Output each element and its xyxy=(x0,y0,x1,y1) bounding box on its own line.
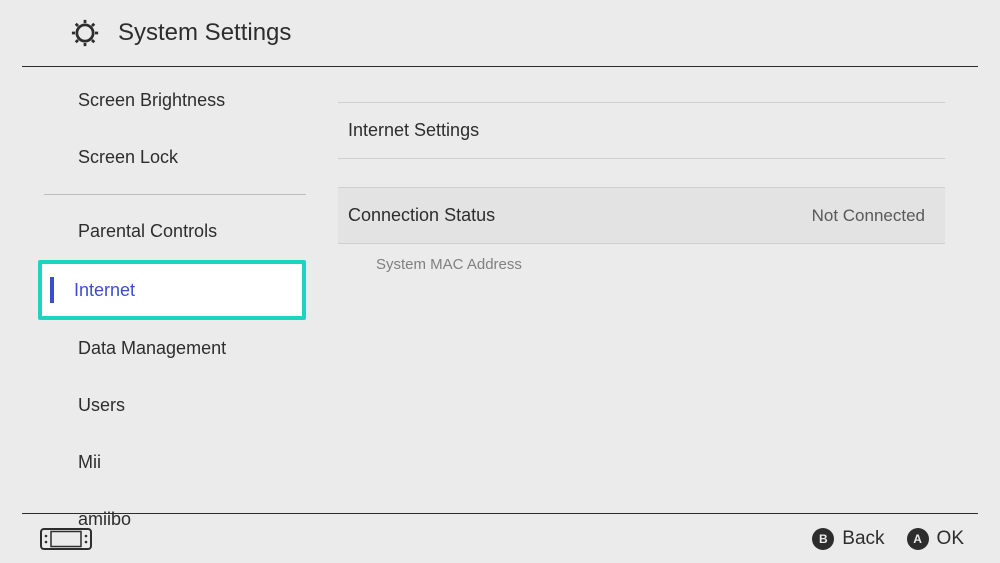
sidebar-item-label: Screen Lock xyxy=(78,147,178,168)
footer-right: B Back A OK xyxy=(812,528,978,550)
back-button[interactable]: B Back xyxy=(812,528,884,550)
ok-label: OK xyxy=(937,528,964,550)
sidebar-item-label: Users xyxy=(78,395,125,416)
mac-address-label: System MAC Address xyxy=(338,244,945,273)
sidebar-item-users[interactable]: Users xyxy=(42,377,328,434)
b-button-icon: B xyxy=(812,528,834,550)
footer-left xyxy=(22,528,92,550)
content-area: Screen Brightness Screen Lock Parental C… xyxy=(0,67,1000,507)
ok-button[interactable]: A OK xyxy=(907,528,964,550)
connection-status-row[interactable]: Connection Status Not Connected xyxy=(338,187,945,244)
sidebar-item-label: Screen Brightness xyxy=(78,90,225,111)
back-label: Back xyxy=(842,528,884,550)
sidebar-item-label: Parental Controls xyxy=(78,221,217,242)
sidebar-item-label: Data Management xyxy=(78,338,226,359)
page-title: System Settings xyxy=(118,19,291,47)
connection-status-value: Not Connected xyxy=(812,206,925,226)
sidebar-item-mii[interactable]: Mii xyxy=(42,434,328,491)
sidebar-item-internet[interactable]: Internet xyxy=(38,260,306,320)
footer: B Back A OK xyxy=(22,513,978,563)
a-button-icon: A xyxy=(907,528,929,550)
sidebar-item-label: Internet xyxy=(74,280,135,301)
sidebar: Screen Brightness Screen Lock Parental C… xyxy=(0,67,328,507)
internet-settings-row[interactable]: Internet Settings xyxy=(338,102,945,159)
console-icon xyxy=(40,528,92,550)
sidebar-item-screen-brightness[interactable]: Screen Brightness xyxy=(42,72,328,129)
sidebar-item-data-management[interactable]: Data Management xyxy=(42,320,328,377)
sidebar-divider xyxy=(44,194,306,195)
sidebar-item-parental-controls[interactable]: Parental Controls xyxy=(42,203,328,260)
main-panel: Internet Settings Connection Status Not … xyxy=(328,67,1000,507)
internet-settings-label: Internet Settings xyxy=(348,120,479,141)
sidebar-item-label: Mii xyxy=(78,452,101,473)
sidebar-item-screen-lock[interactable]: Screen Lock xyxy=(42,129,328,186)
connection-status-label: Connection Status xyxy=(348,205,495,226)
gear-icon xyxy=(70,18,100,48)
header: System Settings xyxy=(22,0,978,67)
